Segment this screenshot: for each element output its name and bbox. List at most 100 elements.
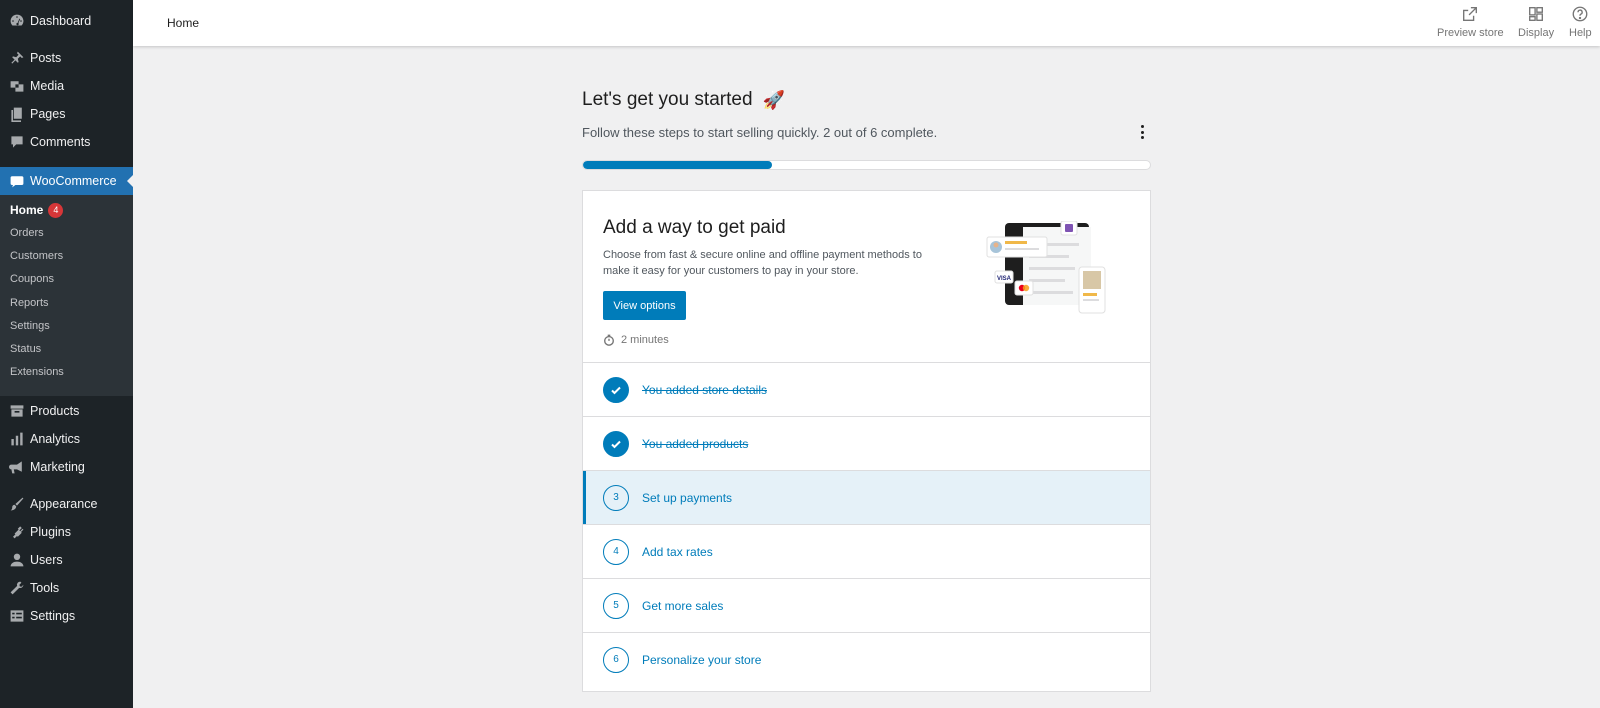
step-tax-rates[interactable]: 4 Add tax rates <box>583 524 1150 578</box>
menu-label: Pages <box>30 107 66 121</box>
wrench-icon <box>7 578 27 598</box>
progress-fill <box>583 161 772 169</box>
menu-label: Products <box>30 404 80 418</box>
submenu-extensions[interactable]: Extensions <box>10 366 64 378</box>
menu-label: Appearance <box>30 497 98 511</box>
dashboard-icon <box>7 11 27 31</box>
step-label: Add tax rates <box>642 544 713 559</box>
archive-icon <box>7 401 27 421</box>
step-label: You added products <box>642 436 749 451</box>
menu-label: Settings <box>30 609 76 623</box>
menu-media[interactable]: Media <box>0 72 133 100</box>
menu-label: Marketing <box>30 460 85 474</box>
menu-products[interactable]: Products <box>0 397 133 425</box>
menu-comments[interactable]: Comments <box>0 128 133 156</box>
step-checkmark <box>603 430 629 457</box>
setup-title-text: Let's get you started <box>582 89 753 110</box>
display-button[interactable]: Display <box>1518 5 1554 39</box>
menu-dashboard[interactable]: Dashboard <box>0 7 133 35</box>
menu-label: Tools <box>30 581 60 595</box>
step-number: 5 <box>603 592 629 619</box>
menu-woocommerce[interactable]: WooCommerce <box>0 167 133 195</box>
step-products[interactable]: You added products <box>583 416 1150 470</box>
user-icon <box>7 550 27 570</box>
top-header: Home Preview store Display Help <box>133 0 1600 46</box>
timer-icon <box>604 334 614 346</box>
admin-sidebar: Dashboard Posts Media Pages Comments Woo… <box>0 0 133 708</box>
menu-pages[interactable]: Pages <box>0 100 133 128</box>
submenu-settings[interactable]: Settings <box>10 320 50 332</box>
menu-label: Dashboard <box>30 14 92 28</box>
check-icon <box>611 440 621 448</box>
layout-icon <box>1529 7 1544 21</box>
notification-badge: 4 <box>48 203 64 218</box>
more-options-button[interactable] <box>1132 122 1152 142</box>
bar-chart-icon <box>7 429 27 449</box>
setup-subtitle: Follow these steps to start selling quic… <box>582 125 938 140</box>
menu-label: Comments <box>30 135 91 149</box>
payments-illustration: VISA <box>986 221 1106 314</box>
menu-posts[interactable]: Posts <box>0 44 133 72</box>
page-title: Home <box>167 16 200 30</box>
view-options-button[interactable]: View options <box>603 291 686 320</box>
menu-label: Analytics <box>30 432 81 446</box>
menu-marketing[interactable]: Marketing <box>0 453 133 481</box>
step-label: Personalize your store <box>642 652 762 667</box>
plugin-icon <box>7 522 27 542</box>
step-label: Get more sales <box>642 598 724 613</box>
pin-icon <box>7 48 27 68</box>
menu-label: Plugins <box>30 525 71 539</box>
preview-store-button[interactable]: Preview store <box>1437 5 1504 39</box>
check-icon <box>611 386 621 394</box>
task-description: Choose from fast & secure online and off… <box>603 249 922 277</box>
menu-users[interactable]: Users <box>0 546 133 574</box>
rocket-icon: 🚀 <box>762 89 785 110</box>
submenu-status[interactable]: Status <box>10 343 41 355</box>
comment-icon <box>7 132 27 152</box>
menu-tools[interactable]: Tools <box>0 574 133 602</box>
menu-settings[interactable]: Settings <box>0 602 133 630</box>
submenu-home[interactable]: Home 4 <box>10 203 64 218</box>
pages-icon <box>7 104 27 124</box>
step-more-sales[interactable]: 5 Get more sales <box>583 578 1150 632</box>
task-title: Add a way to get paid <box>603 217 786 238</box>
menu-appearance[interactable]: Appearance <box>0 490 133 518</box>
step-label: Set up payments <box>642 490 733 505</box>
menu-analytics[interactable]: Analytics <box>0 425 133 453</box>
menu-plugins[interactable]: Plugins <box>0 518 133 546</box>
task-time: 2 minutes <box>603 334 669 346</box>
setup-progress-bar <box>582 160 1151 170</box>
woocommerce-submenu: Home 4 Orders Customers Coupons Reports S… <box>0 195 133 396</box>
step-number: 4 <box>603 538 629 565</box>
menu-label: Media <box>30 79 65 93</box>
submenu-label: Home <box>10 203 44 217</box>
submenu-customers[interactable]: Customers <box>10 250 63 262</box>
step-personalize[interactable]: 6 Personalize your store <box>583 632 1150 686</box>
preview-store-label: Preview store <box>1437 27 1504 39</box>
step-checkmark <box>603 376 629 403</box>
display-label: Display <box>1518 27 1555 39</box>
megaphone-icon <box>7 457 27 477</box>
step-label: You added store details <box>642 382 767 397</box>
paintbrush-icon <box>7 494 27 514</box>
task-time-label: 2 minutes <box>621 334 669 346</box>
submenu-orders[interactable]: Orders <box>10 227 44 239</box>
menu-label: WooCommerce <box>30 174 117 188</box>
step-number: 6 <box>603 646 629 673</box>
step-number: 3 <box>603 484 629 511</box>
submenu-reports[interactable]: Reports <box>10 297 49 309</box>
task-list-card: Add a way to get paid Choose from fast &… <box>582 190 1151 692</box>
help-icon <box>1572 6 1588 22</box>
external-link-icon <box>1463 7 1478 21</box>
setup-title: Let's get you started 🚀 <box>582 89 785 111</box>
help-button[interactable]: Help <box>1569 5 1592 39</box>
menu-label: Posts <box>30 51 62 65</box>
media-icon <box>7 76 27 96</box>
submenu-coupons[interactable]: Coupons <box>10 273 54 285</box>
menu-label: Users <box>30 553 63 567</box>
settings-icon <box>7 606 27 626</box>
step-payments[interactable]: 3 Set up payments <box>583 470 1150 524</box>
step-store-details[interactable]: You added store details <box>583 362 1150 416</box>
svg-text:VISA: VISA <box>997 276 1012 282</box>
woo-icon <box>7 171 27 191</box>
